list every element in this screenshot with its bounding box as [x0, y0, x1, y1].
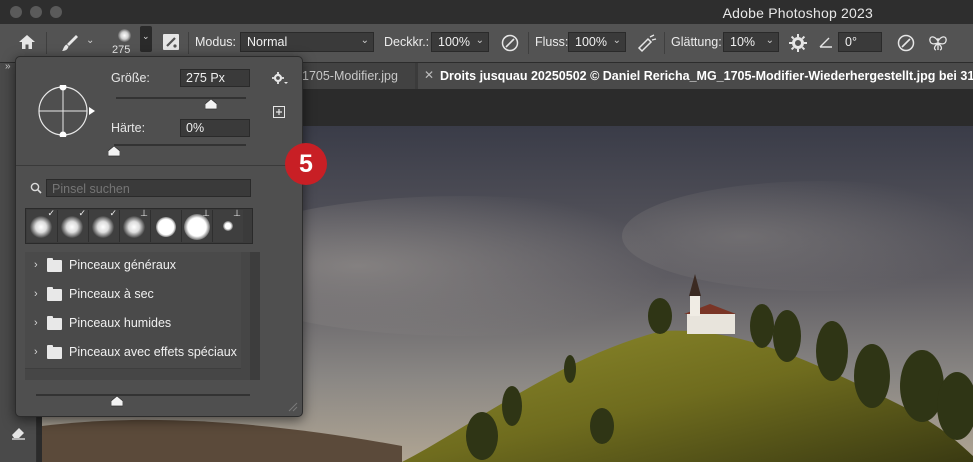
- modus-select[interactable]: Normal ⌄: [240, 32, 374, 52]
- thumbnail-size-slider-track[interactable]: [36, 394, 250, 396]
- recent-brush-1[interactable]: ✓: [27, 208, 58, 242]
- tab-document-1[interactable]: 1705-Modifier.jpg: [300, 63, 415, 89]
- thumbnail-size-slider-thumb[interactable]: [111, 396, 124, 407]
- folder-icon: [47, 316, 62, 330]
- search-icon: [30, 182, 42, 194]
- brush-search-input[interactable]: [46, 179, 251, 197]
- recent-brush-2[interactable]: ✓: [58, 208, 89, 242]
- chevron-right-icon: ›: [34, 346, 38, 358]
- folder-icon: [47, 287, 62, 301]
- folder-list-scrollbar[interactable]: [250, 252, 260, 380]
- folder-pinceaux-humides[interactable]: › Pinceaux humides: [25, 310, 241, 340]
- brush-angle-roundness-preview[interactable]: [36, 85, 102, 137]
- size-input[interactable]: 275 Px: [180, 69, 250, 87]
- pressure-opacity-icon[interactable]: [500, 33, 520, 53]
- size-slider-thumb[interactable]: [204, 99, 217, 110]
- chevron-right-icon: ›: [34, 259, 38, 271]
- brush-preset-popover: Größe: 275 Px Härte: 0% ✓ ✓ ✓: [15, 56, 303, 417]
- popover-settings-gear-icon[interactable]: [272, 71, 288, 85]
- airbrush-icon[interactable]: [636, 33, 658, 53]
- modus-label: Modus:: [195, 35, 236, 49]
- folder-label: Pinceaux humides: [69, 316, 172, 330]
- folder-label: Pinceaux généraux: [69, 258, 177, 272]
- hardness-label: Härte:: [111, 121, 146, 135]
- home-icon[interactable]: [18, 34, 36, 50]
- tab-document-2[interactable]: ✕ Droits jusquau 20250502 © Daniel Reric…: [418, 63, 973, 89]
- app-title: Adobe Photoshop 2023: [722, 5, 873, 21]
- size-label: Größe:: [111, 71, 150, 85]
- recent-brush-7[interactable]: ⊥: [213, 208, 243, 242]
- deckkr-value: 100%: [438, 35, 470, 49]
- tab-label: 1705-Modifier.jpg: [302, 69, 398, 83]
- chevron-down-icon: ⌄: [360, 35, 369, 46]
- fluss-value: 100%: [575, 35, 607, 49]
- new-preset-icon[interactable]: [273, 106, 285, 118]
- chevron-down-icon: ⌄: [612, 35, 621, 46]
- hardness-slider-thumb[interactable]: [108, 146, 120, 157]
- fluss-input[interactable]: 100% ⌄: [568, 32, 626, 52]
- angle-value: 0°: [845, 35, 857, 49]
- folder-icon: [47, 258, 62, 272]
- step-number-badge: 5: [285, 143, 327, 185]
- brush-size-readout: 275: [112, 44, 131, 56]
- divider: [16, 165, 302, 166]
- deckkr-input[interactable]: 100% ⌄: [431, 32, 489, 52]
- angle-input[interactable]: 0°: [838, 32, 882, 52]
- chevron-down-icon: ⌄: [142, 31, 150, 41]
- chevron-down-icon: ⌄: [475, 35, 484, 46]
- recent-brush-4[interactable]: ⊥: [120, 208, 151, 242]
- glaettung-value: 10%: [730, 35, 756, 49]
- resize-grip-icon[interactable]: [288, 402, 298, 412]
- size-slider-track[interactable]: [116, 97, 246, 99]
- close-tab-icon[interactable]: ✕: [424, 68, 434, 82]
- brush-tool-icon[interactable]: [60, 33, 80, 53]
- glaettung-input[interactable]: 10% ⌄: [723, 32, 779, 52]
- recent-brushes-strip: ✓ ✓ ✓ ⊥ ⊥ ⊥: [25, 208, 253, 244]
- recent-brush-5[interactable]: [151, 210, 182, 242]
- glaettung-label: Glättung:: [671, 35, 722, 49]
- hardness-input[interactable]: 0%: [180, 119, 250, 137]
- folder-label: Pinceaux avec effets spéciaux: [69, 345, 237, 359]
- fluss-label: Fluss:: [535, 35, 569, 49]
- chevron-down-icon: ⌄: [765, 35, 774, 46]
- angle-icon: [819, 37, 832, 48]
- tool-preset-chevron-icon[interactable]: ⌄: [86, 35, 94, 46]
- folder-label: Pinceaux à sec: [69, 287, 154, 301]
- collapse-panel-icon[interactable]: »: [5, 61, 11, 72]
- recent-brush-6[interactable]: ⊥: [182, 208, 213, 242]
- zoom-window-button[interactable]: [50, 6, 62, 18]
- folder-pinceaux-a-sec[interactable]: › Pinceaux à sec: [25, 281, 241, 311]
- tab-label: Droits jusquau 20250502 © Daniel Rericha…: [440, 69, 973, 83]
- modus-value: Normal: [247, 35, 288, 49]
- brush-folder-list: › Pinceaux généraux › Pinceaux à sec › P…: [25, 252, 259, 380]
- chevron-right-icon: ›: [34, 317, 38, 329]
- symmetry-butterfly-icon[interactable]: [928, 33, 948, 53]
- pressure-size-icon[interactable]: [896, 33, 916, 53]
- title-bar: Adobe Photoshop 2023: [0, 0, 973, 24]
- smoothing-options-gear-icon[interactable]: [788, 33, 808, 53]
- eraser-tool-icon[interactable]: [9, 423, 27, 441]
- folder-icon: [47, 345, 62, 359]
- recent-brush-3[interactable]: ✓: [89, 208, 120, 242]
- brush-settings-panel-icon[interactable]: [162, 33, 180, 51]
- brush-preset-dropdown[interactable]: ⌄: [140, 26, 152, 52]
- folder-pinceaux-generaux[interactable]: › Pinceaux généraux: [25, 252, 241, 282]
- deckkr-label: Deckkr.:: [384, 35, 430, 49]
- close-window-button[interactable]: [10, 6, 22, 18]
- chevron-right-icon: ›: [34, 288, 38, 300]
- hardness-slider-track[interactable]: [114, 144, 246, 146]
- minimize-window-button[interactable]: [30, 6, 42, 18]
- folder-pinceaux-effets-speciaux[interactable]: › Pinceaux avec effets spéciaux: [25, 339, 241, 369]
- brush-preset-picker[interactable]: 275: [108, 27, 142, 59]
- brush-preview-icon: [118, 29, 131, 42]
